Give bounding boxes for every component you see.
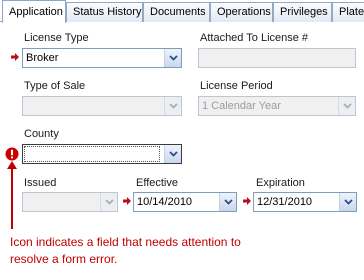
callout-line xyxy=(11,165,13,229)
required-arrow-icon xyxy=(123,197,131,205)
chevron-down-icon xyxy=(343,103,352,109)
chevron-down-icon xyxy=(169,103,178,109)
tab-documents[interactable]: Documents xyxy=(143,2,210,22)
attached-to-license-field[interactable] xyxy=(198,48,356,68)
callout-arrowhead-icon xyxy=(7,161,17,169)
license-period-dropdown-button[interactable] xyxy=(338,97,355,115)
expiration-dropdown-button[interactable] xyxy=(339,193,356,211)
license-period-label: License Period xyxy=(200,80,273,92)
focus-outline xyxy=(24,146,160,162)
chevron-down-icon xyxy=(105,199,114,205)
tab-privileges[interactable]: Privileges xyxy=(273,2,332,22)
tab-strip: Application Status History Documents Ope… xyxy=(0,0,364,23)
callout-text: Icon indicates a field that needs attent… xyxy=(10,235,241,266)
required-arrow-icon xyxy=(243,197,251,205)
expiration-label: Expiration xyxy=(256,177,305,189)
license-period-select[interactable]: 1 Calendar Year xyxy=(198,96,356,116)
issued-dropdown-button[interactable] xyxy=(100,193,117,211)
license-type-dropdown-button[interactable] xyxy=(164,49,181,67)
tab-application[interactable]: Application xyxy=(2,0,66,23)
tab-operations[interactable]: Operations xyxy=(210,2,273,22)
effective-dropdown-button[interactable] xyxy=(219,193,236,211)
issued-date-picker[interactable] xyxy=(22,192,118,212)
chevron-down-icon xyxy=(224,199,233,205)
tab-status-history[interactable]: Status History xyxy=(66,2,143,22)
license-type-select[interactable]: Broker xyxy=(22,48,182,68)
effective-label: Effective xyxy=(136,177,178,189)
type-of-sale-label: Type of Sale xyxy=(24,80,86,92)
attached-to-license-label: Attached To License # xyxy=(200,32,309,44)
license-period-value: 1 Calendar Year xyxy=(202,100,281,112)
chevron-down-icon xyxy=(169,55,178,61)
tab-plates[interactable]: Plates xyxy=(332,2,364,22)
type-of-sale-select[interactable] xyxy=(22,96,182,116)
effective-date-picker[interactable]: 10/14/2010 xyxy=(133,192,237,212)
expiration-date-picker[interactable]: 12/31/2010 xyxy=(253,192,357,212)
expiration-value: 12/31/2010 xyxy=(257,196,313,208)
county-select[interactable] xyxy=(22,144,182,164)
county-dropdown-button[interactable] xyxy=(164,145,181,163)
effective-value: 10/14/2010 xyxy=(137,196,193,208)
type-of-sale-dropdown-button[interactable] xyxy=(164,97,181,115)
exclamation-circle-icon xyxy=(5,147,19,161)
chevron-down-icon xyxy=(344,199,353,205)
license-type-value: Broker xyxy=(26,52,59,64)
required-arrow-icon xyxy=(11,53,19,61)
license-type-label: License Type xyxy=(24,32,89,44)
chevron-down-icon xyxy=(169,151,178,157)
county-label: County xyxy=(24,128,59,140)
issued-label: Issued xyxy=(24,177,57,189)
